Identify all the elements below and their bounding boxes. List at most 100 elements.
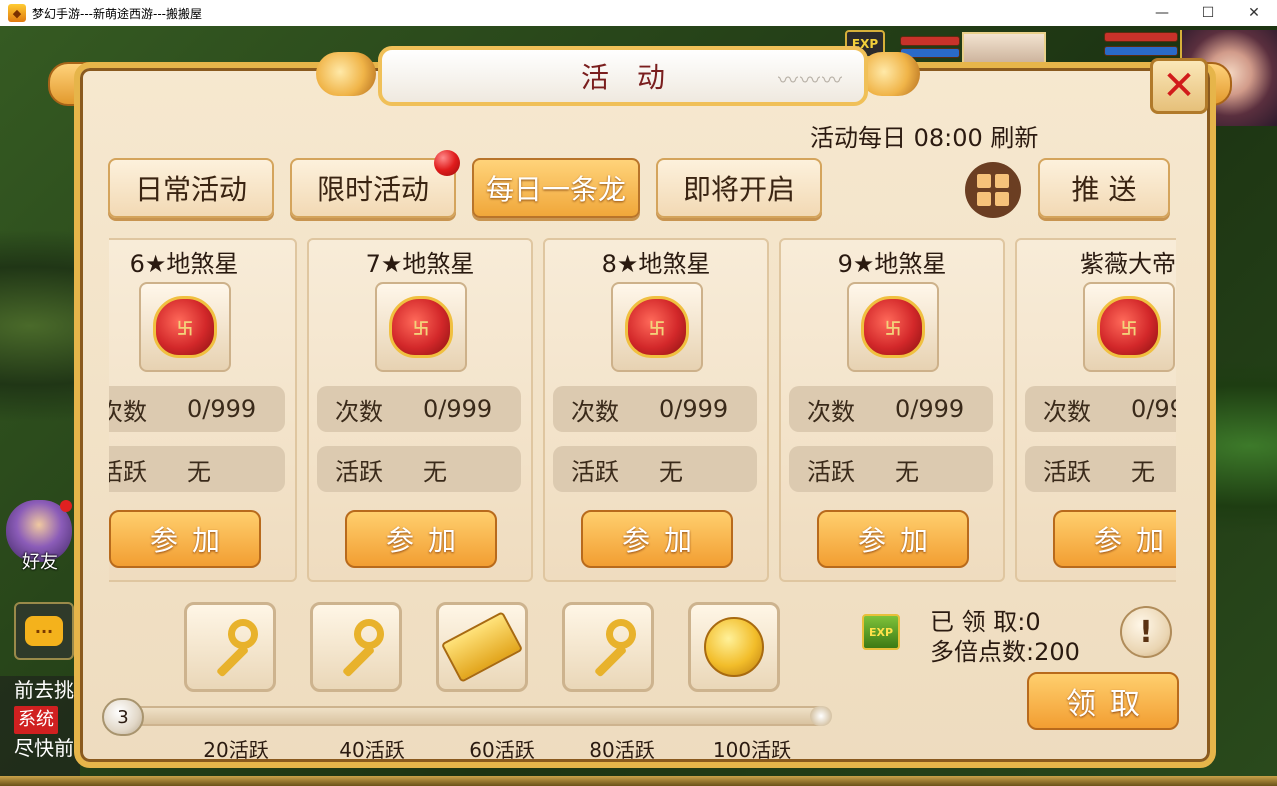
golden-key-icon bbox=[200, 617, 260, 678]
red-pouch-icon: 卐 bbox=[861, 296, 925, 358]
count-label: 次数 bbox=[571, 397, 619, 426]
count-value: 0/999 bbox=[187, 395, 257, 423]
chat-bubble-icon: ··· bbox=[25, 616, 63, 646]
red-pouch-icon: 卐 bbox=[389, 296, 453, 358]
milestone-label: 100活跃 bbox=[712, 738, 792, 762]
reward-slot[interactable] bbox=[184, 602, 276, 692]
milestone-label: 20活跃 bbox=[203, 738, 269, 762]
info-button[interactable]: ! bbox=[1120, 606, 1172, 658]
chat-preview[interactable]: 前去挑 系统 尽快前 bbox=[0, 676, 80, 776]
activity-progress-bar bbox=[120, 706, 828, 726]
friend-label: 好友 bbox=[22, 552, 58, 573]
chat-line: 尽快前 bbox=[14, 736, 74, 760]
cloud-ornament-right-icon bbox=[860, 52, 920, 96]
activity-card: 9★地煞星 卐 次数 0/999 活跃 无 参加 bbox=[779, 238, 1005, 582]
active-label: 活跃 bbox=[1043, 457, 1091, 486]
activity-card: 6★地煞星 卐 次数 0/999 活跃 无 参加 bbox=[109, 238, 297, 582]
refresh-note: 活动每日 08:00 刷新 bbox=[810, 124, 1039, 152]
player-mp-bar bbox=[1104, 46, 1178, 56]
active-points-row: 活跃 无 bbox=[317, 446, 521, 492]
chat-line: 前去挑 bbox=[14, 678, 74, 702]
system-tag: 系统 bbox=[14, 706, 58, 734]
activity-card: 7★地煞星 卐 次数 0/999 活跃 无 参加 bbox=[307, 238, 533, 582]
join-button[interactable]: 参加 bbox=[581, 510, 733, 568]
count-value: 0/999 bbox=[423, 395, 493, 423]
experience-bar bbox=[0, 776, 1277, 786]
active-value: 无 bbox=[895, 457, 919, 486]
app-icon: ◆ bbox=[8, 4, 26, 22]
notification-dot-icon bbox=[434, 150, 460, 176]
progress-value-badge: 3 bbox=[102, 698, 144, 736]
gold-coin-icon bbox=[704, 617, 764, 677]
minimize-button[interactable]: — bbox=[1139, 0, 1185, 26]
tab-upcoming[interactable]: 即将开启 bbox=[656, 158, 822, 218]
count-label: 次数 bbox=[335, 397, 383, 426]
active-points-row: 活跃 无 bbox=[553, 446, 757, 492]
activity-name: 6★地煞星 bbox=[129, 250, 239, 278]
progress-end-cap bbox=[810, 706, 832, 726]
pet-portrait[interactable] bbox=[962, 32, 1046, 66]
multiplier-points: 多倍点数:200 bbox=[930, 638, 1080, 666]
close-window-button[interactable]: ✕ bbox=[1231, 0, 1277, 26]
join-button[interactable]: 参加 bbox=[345, 510, 497, 568]
activity-icon-frame[interactable]: 卐 bbox=[847, 282, 939, 372]
friend-notification-dot bbox=[60, 500, 72, 512]
activity-icon-frame[interactable]: 卐 bbox=[375, 282, 467, 372]
claim-button[interactable]: 领取 bbox=[1027, 672, 1179, 730]
reward-slot[interactable] bbox=[688, 602, 780, 692]
activity-icon-frame[interactable]: 卐 bbox=[1083, 282, 1175, 372]
count-label: 次数 bbox=[807, 397, 855, 426]
active-label: 活跃 bbox=[807, 457, 855, 486]
active-value: 无 bbox=[423, 457, 447, 486]
activity-name: 7★地煞星 bbox=[365, 250, 475, 278]
gold-bar-icon bbox=[440, 611, 524, 683]
panel-title: 活动 bbox=[580, 61, 693, 94]
panel-title-plaque: 活动 〰〰〰 bbox=[378, 46, 868, 106]
count-row: 次数 0/999 bbox=[1025, 386, 1176, 432]
red-pouch-icon: 卐 bbox=[1097, 296, 1161, 358]
window-title: 梦幻手游---新萌途西游---搬搬屋 bbox=[32, 6, 202, 21]
reward-slot[interactable] bbox=[562, 602, 654, 692]
tab-daily-dragon[interactable]: 每日一条龙 bbox=[472, 158, 640, 218]
join-button[interactable]: 参加 bbox=[1053, 510, 1176, 568]
tab-limited-activities[interactable]: 限时活动 bbox=[290, 158, 456, 218]
active-points-row: 活跃 无 bbox=[109, 446, 285, 492]
milestone-label: 40活跃 bbox=[339, 738, 405, 762]
window-titlebar: ◆ 梦幻手游---新萌途西游---搬搬屋 — ☐ ✕ bbox=[0, 0, 1277, 26]
tab-daily-activities[interactable]: 日常活动 bbox=[108, 158, 274, 218]
player-hp-bar bbox=[1104, 32, 1178, 42]
activity-name: 8★地煞星 bbox=[601, 250, 711, 278]
milestone-label: 80活跃 bbox=[589, 738, 655, 762]
count-row: 次数 0/999 bbox=[109, 386, 285, 432]
activity-icon-frame[interactable]: 卐 bbox=[139, 282, 231, 372]
count-value: 0/999 bbox=[1131, 395, 1176, 423]
count-row: 次数 0/999 bbox=[789, 386, 993, 432]
push-button[interactable]: 推 送 bbox=[1038, 158, 1170, 218]
close-panel-button[interactable]: ✕ bbox=[1150, 58, 1208, 114]
activity-icon-frame[interactable]: 卐 bbox=[611, 282, 703, 372]
active-points-row: 活跃 无 bbox=[1025, 446, 1176, 492]
join-button[interactable]: 参加 bbox=[817, 510, 969, 568]
grid-menu-button[interactable] bbox=[965, 162, 1021, 218]
active-label: 活跃 bbox=[571, 457, 619, 486]
active-points-row: 活跃 无 bbox=[789, 446, 993, 492]
count-row: 次数 0/999 bbox=[317, 386, 521, 432]
maximize-button[interactable]: ☐ bbox=[1185, 0, 1231, 26]
exp-boost-icon: EXP bbox=[862, 614, 900, 650]
count-label: 次数 bbox=[109, 397, 147, 426]
activity-card-list[interactable]: 6★地煞星 卐 次数 0/999 活跃 无 参加 7★地煞星 卐 次数 0/999 活… bbox=[109, 236, 1176, 584]
activity-card: 8★地煞星 卐 次数 0/999 活跃 无 参加 bbox=[543, 238, 769, 582]
active-value: 无 bbox=[187, 457, 211, 486]
reward-slot[interactable] bbox=[310, 602, 402, 692]
chat-button[interactable]: ··· bbox=[14, 602, 74, 660]
grid-icon bbox=[977, 174, 1009, 206]
join-button[interactable]: 参加 bbox=[109, 510, 261, 568]
active-value: 无 bbox=[1131, 457, 1155, 486]
reward-slot[interactable] bbox=[436, 602, 528, 692]
window-controls: — ☐ ✕ bbox=[1139, 0, 1277, 26]
pet-hp-bar bbox=[900, 36, 960, 46]
milestone-label: 60活跃 bbox=[469, 738, 535, 762]
active-label: 活跃 bbox=[335, 457, 383, 486]
count-label: 次数 bbox=[1043, 397, 1091, 426]
count-value: 0/999 bbox=[659, 395, 729, 423]
